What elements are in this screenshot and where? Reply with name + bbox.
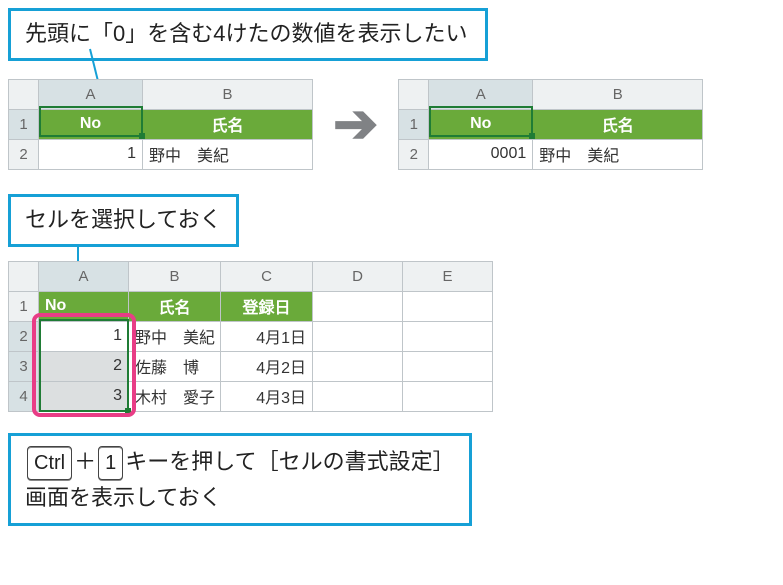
column-header-a[interactable]: A <box>39 79 143 109</box>
corner-cell <box>9 79 39 109</box>
cell-a1[interactable]: No <box>39 109 143 139</box>
cell-b1[interactable]: 氏名 <box>533 109 703 139</box>
plus-sign: ＋ <box>74 449 96 474</box>
sheet-before: A B 1 No 氏名 2 1 野中 美紀 <box>8 79 313 170</box>
spreadsheet: A B 1 No 氏名 2 0001 野中 美紀 <box>398 79 703 170</box>
column-header-b[interactable]: B <box>129 261 221 291</box>
sheet-after: A B 1 No 氏名 2 0001 野中 美紀 <box>398 79 703 170</box>
column-header-d[interactable]: D <box>313 261 403 291</box>
key-1: 1 <box>98 446 123 480</box>
spreadsheet: A B 1 No 氏名 2 1 野中 美紀 <box>8 79 313 170</box>
cell-b1[interactable]: 氏名 <box>143 109 313 139</box>
cell-a1[interactable]: No <box>39 291 129 321</box>
cell-a2[interactable]: 1 <box>39 139 143 169</box>
column-header-a[interactable]: A <box>39 261 129 291</box>
cell-d4[interactable] <box>313 381 403 411</box>
key-ctrl: Ctrl <box>27 446 72 480</box>
cell-b1[interactable]: 氏名 <box>129 291 221 321</box>
callout-select-cell: セルを選択しておく <box>8 194 239 247</box>
cell-e2[interactable] <box>403 321 493 351</box>
cell-e3[interactable] <box>403 351 493 381</box>
column-header-e[interactable]: E <box>403 261 493 291</box>
row-header-3[interactable]: 3 <box>9 351 39 381</box>
row-header-1[interactable]: 1 <box>9 291 39 321</box>
cell-b3[interactable]: 佐藤 博 <box>129 351 221 381</box>
cell-c2[interactable]: 4月1日 <box>221 321 313 351</box>
sheet-selection: A B C D E 1 No 氏名 登録日 2 1 野中 美紀 4月1日 3 2… <box>8 261 493 412</box>
callout-text-2: 画面を表示しておく <box>25 485 222 510</box>
column-header-a[interactable]: A <box>429 79 533 109</box>
callout-text-1: キーを押して［セルの書式設定］ <box>125 449 454 474</box>
corner-cell <box>399 79 429 109</box>
cell-b2[interactable]: 野中 美紀 <box>129 321 221 351</box>
cell-a3[interactable]: 2 <box>39 351 129 381</box>
corner-cell <box>9 261 39 291</box>
cell-b2[interactable]: 野中 美紀 <box>533 139 703 169</box>
row-header-1[interactable]: 1 <box>9 109 39 139</box>
cell-c3[interactable]: 4月2日 <box>221 351 313 381</box>
cell-c1[interactable]: 登録日 <box>221 291 313 321</box>
cell-b2[interactable]: 野中 美紀 <box>143 139 313 169</box>
cell-d3[interactable] <box>313 351 403 381</box>
cell-a4[interactable]: 3 <box>39 381 129 411</box>
column-header-c[interactable]: C <box>221 261 313 291</box>
row-header-2[interactable]: 2 <box>399 139 429 169</box>
cell-e1[interactable] <box>403 291 493 321</box>
cell-d2[interactable] <box>313 321 403 351</box>
row-header-4[interactable]: 4 <box>9 381 39 411</box>
cell-d1[interactable] <box>313 291 403 321</box>
row-header-2[interactable]: 2 <box>9 139 39 169</box>
row-header-1[interactable]: 1 <box>399 109 429 139</box>
cell-a2[interactable]: 1 <box>39 321 129 351</box>
row-header-2[interactable]: 2 <box>9 321 39 351</box>
column-header-b[interactable]: B <box>533 79 703 109</box>
arrow-before-after: ➔ <box>333 97 378 151</box>
cell-a2[interactable]: 0001 <box>429 139 533 169</box>
column-header-b[interactable]: B <box>143 79 313 109</box>
cell-c4[interactable]: 4月3日 <box>221 381 313 411</box>
cell-e4[interactable] <box>403 381 493 411</box>
spreadsheet: A B C D E 1 No 氏名 登録日 2 1 野中 美紀 4月1日 3 2… <box>8 261 493 412</box>
cell-b4[interactable]: 木村 愛子 <box>129 381 221 411</box>
callout-shortcut: Ctrl＋1キーを押して［セルの書式設定］ 画面を表示しておく <box>8 433 472 526</box>
cell-a1[interactable]: No <box>429 109 533 139</box>
callout-description-top: 先頭に「0」を含む4けたの数値を表示したい <box>8 8 488 61</box>
